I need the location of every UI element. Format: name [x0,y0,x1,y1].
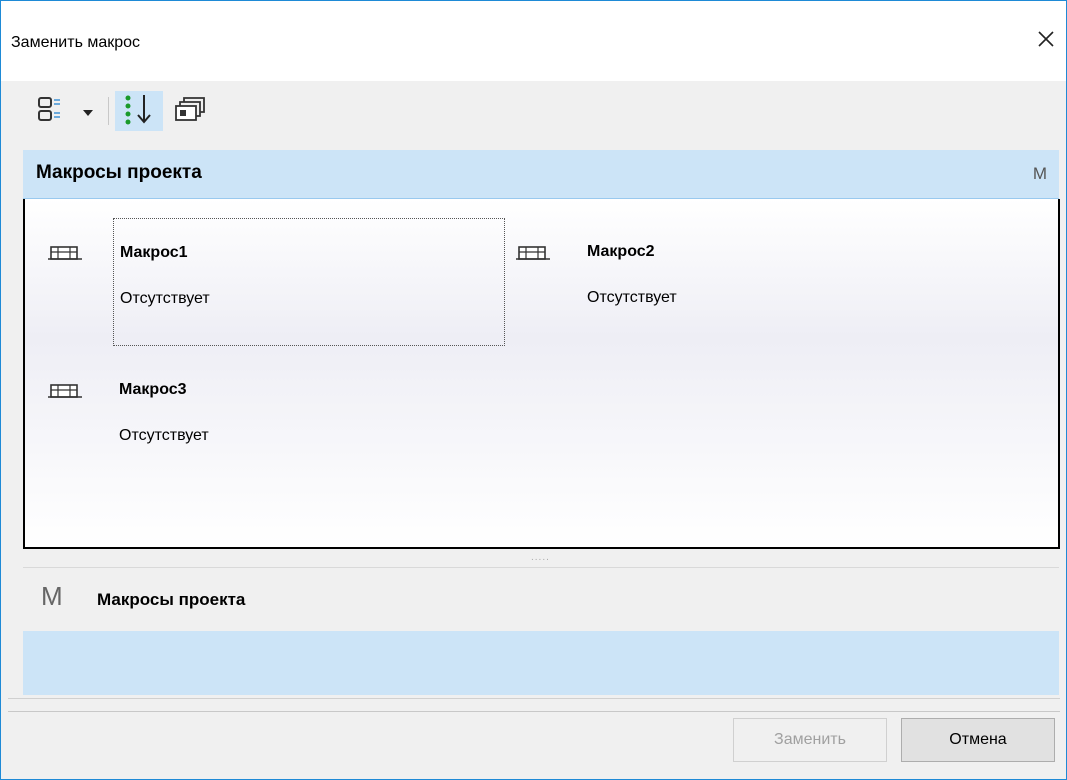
details-letter: M [41,581,63,611]
item-name: Макрос1 [120,244,188,261]
details-title: Макросы проекта [97,590,246,609]
toolbar [8,85,1060,149]
macro-icon [47,244,83,264]
details-panel: M Макросы проекта [23,567,1059,632]
item-status: Отсутствует [120,290,210,307]
group-header[interactable]: Макросы проекта M [23,150,1059,199]
sort-icon [119,91,159,132]
replace-macro-dialog: Заменить макрос Макросы проекта M Макрос… [0,0,1067,780]
view-mode-button[interactable] [30,91,100,131]
macro-icon [515,244,551,264]
splitter-grip: ..... [531,552,550,563]
replace-button[interactable]: Заменить [733,718,887,762]
divider [8,711,1060,712]
details-selection-band [23,631,1059,695]
divider [8,698,1060,699]
list-item[interactable]: Макрос2 Отсутствует [581,218,971,344]
group-title: Макросы проекта [36,162,202,183]
macro-list: Макрос1 Отсутствует Макрос2 Отсутствует … [23,199,1060,549]
groups-icon [172,92,208,131]
splitter-handle[interactable]: ..... [23,549,1059,567]
item-name: Макрос2 [587,243,655,260]
item-status: Отсутствует [587,289,677,306]
macro-icon [47,382,83,402]
dialog-title: Заменить макрос [11,34,141,51]
item-status: Отсутствует [119,427,209,444]
list-item[interactable]: Макрос1 Отсутствует [113,218,505,346]
close-icon[interactable] [1034,27,1058,51]
sort-button[interactable] [115,91,163,131]
list-item[interactable]: Макрос3 Отсутствует [113,356,503,482]
group-letter: M [1032,164,1047,183]
item-name: Макрос3 [119,381,187,398]
groups-button[interactable] [168,91,212,131]
title-bar: Заменить макрос [1,1,1066,81]
cancel-button[interactable]: Отмена [901,718,1055,762]
toolbar-separator [108,97,109,125]
chevron-down-icon [82,105,94,123]
